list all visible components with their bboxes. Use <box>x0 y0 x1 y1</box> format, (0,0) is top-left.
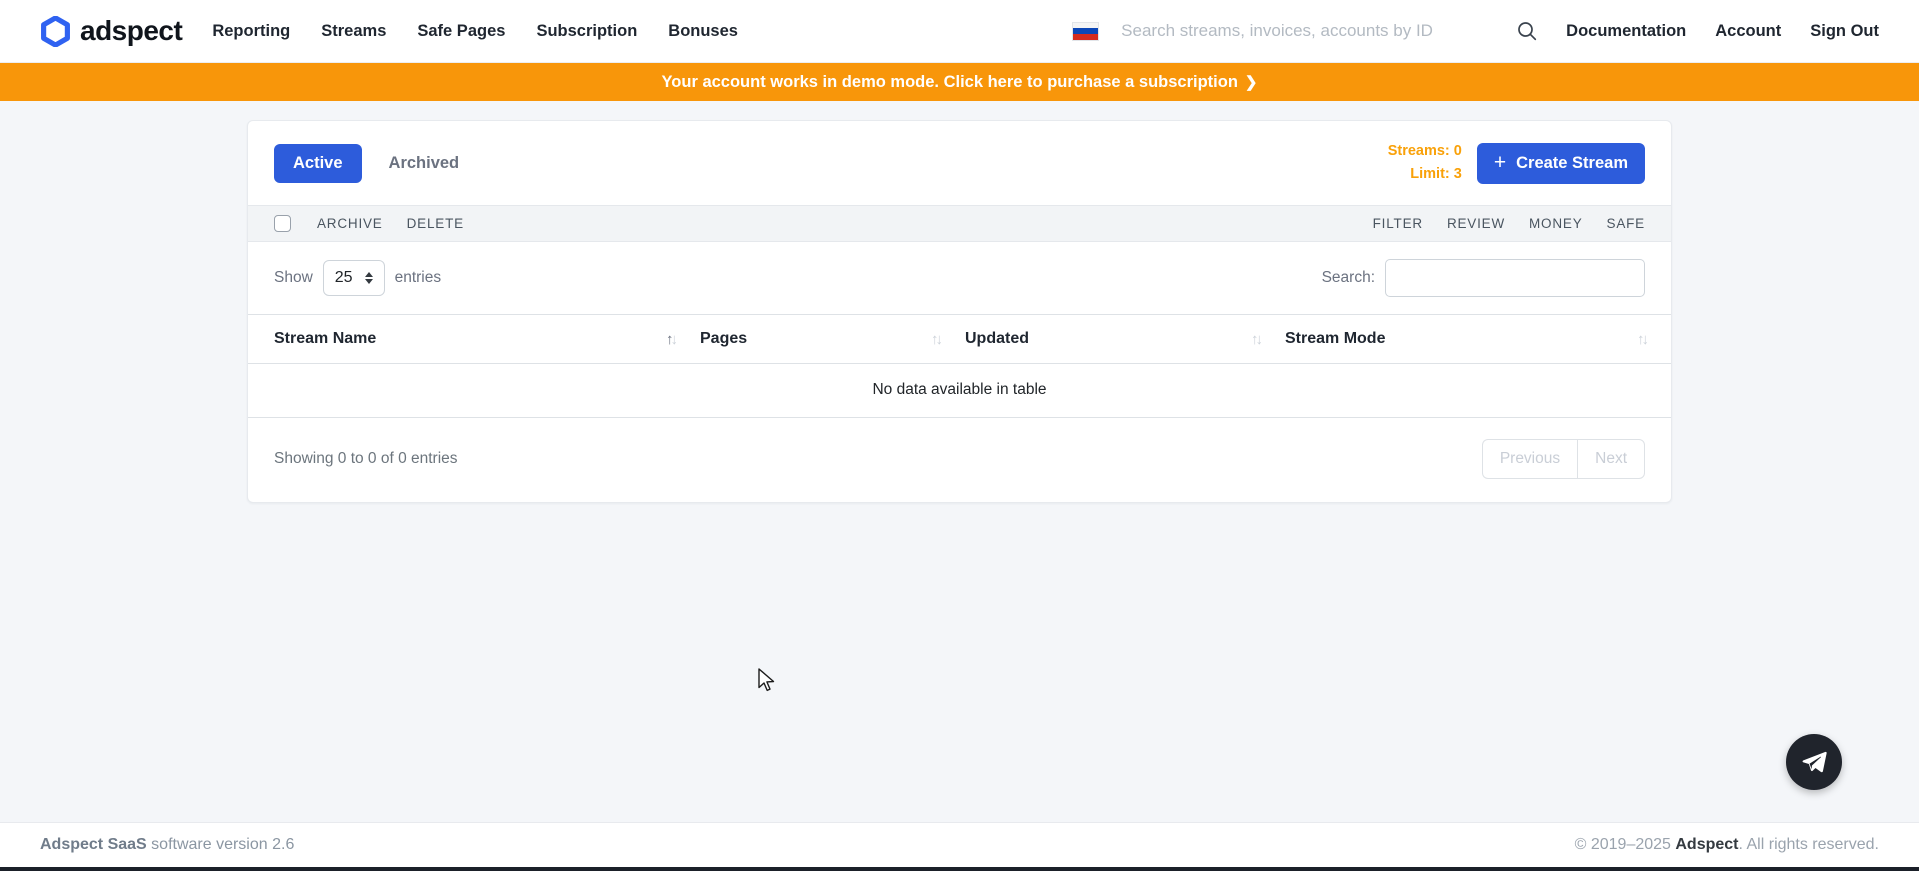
sort-icon[interactable]: ↑↓ <box>666 331 678 348</box>
footer-version: Adspect SaaS software version 2.6 <box>40 836 294 854</box>
plus-icon: + <box>1494 152 1506 173</box>
streams-count: Streams: 0 <box>1388 140 1462 163</box>
review-mode-link[interactable]: REVIEW <box>1447 216 1505 231</box>
mode-filters: FILTER REVIEW MONEY SAFE <box>1373 216 1645 231</box>
footer-copyright: © 2019–2025 Adspect. All rights reserved… <box>1575 836 1879 854</box>
chevron-right-icon: ❯ <box>1245 73 1258 91</box>
table-header-row: Stream Name ↑↓ Pages ↑↓ Updated ↑↓ <box>248 315 1671 364</box>
global-search-input[interactable] <box>1121 21 1481 41</box>
col-stream-name-label: Stream Name <box>274 330 376 348</box>
sort-icon[interactable]: ↑↓ <box>1251 331 1263 348</box>
telegram-icon <box>1800 748 1828 776</box>
select-all-checkbox[interactable] <box>274 215 291 232</box>
nav-safe-pages[interactable]: Safe Pages <box>417 22 505 41</box>
demo-banner-text: Your account works in demo mode. Click h… <box>662 73 1238 92</box>
nav-streams[interactable]: Streams <box>321 22 386 41</box>
card-header-right: Streams: 0 Limit: 3 + Create Stream <box>1388 140 1645 186</box>
streams-limit: Limit: 3 <box>1388 163 1462 186</box>
table-search-input[interactable] <box>1385 259 1645 297</box>
empty-message: No data available in table <box>248 364 1671 418</box>
sort-icon[interactable]: ↑↓ <box>1637 331 1649 348</box>
streams-card: Active Archived Streams: 0 Limit: 3 + Cr… <box>247 120 1672 503</box>
entries-summary: Showing 0 to 0 of 0 entries <box>274 450 458 468</box>
next-page-button[interactable]: Next <box>1577 439 1645 479</box>
card-header: Active Archived Streams: 0 Limit: 3 + Cr… <box>248 121 1671 205</box>
copyright-brand: Adspect <box>1675 836 1738 853</box>
mouse-cursor <box>756 667 780 693</box>
col-updated[interactable]: Updated ↑↓ <box>965 315 1285 364</box>
telegram-fab[interactable] <box>1786 734 1842 790</box>
safe-mode-link[interactable]: SAFE <box>1607 216 1645 231</box>
create-stream-label: Create Stream <box>1516 154 1628 173</box>
footer-version-text: software version 2.6 <box>147 836 295 853</box>
archive-action[interactable]: ARCHIVE <box>317 216 383 231</box>
page-length-value: 25 <box>335 269 353 287</box>
col-stream-name[interactable]: Stream Name ↑↓ <box>248 315 700 364</box>
nav-documentation[interactable]: Documentation <box>1566 22 1686 41</box>
account-nav: Documentation Account Sign Out <box>1566 22 1879 41</box>
navbar-right: Documentation Account Sign Out <box>1072 20 1879 42</box>
delete-action[interactable]: DELETE <box>407 216 464 231</box>
page-footer: Adspect SaaS software version 2.6 © 2019… <box>0 822 1919 867</box>
nav-reporting[interactable]: Reporting <box>212 22 290 41</box>
table-controls: Show 25 entries Search: <box>248 242 1671 314</box>
money-mode-link[interactable]: MONEY <box>1529 216 1583 231</box>
pagination: Previous Next <box>1482 439 1645 479</box>
sort-icon[interactable]: ↑↓ <box>931 331 943 348</box>
empty-row: No data available in table <box>248 364 1671 418</box>
table-search-label: Search: <box>1322 269 1375 287</box>
card-footer: Showing 0 to 0 of 0 entries Previous Nex… <box>248 418 1671 502</box>
previous-page-button[interactable]: Previous <box>1482 439 1577 479</box>
create-stream-button[interactable]: + Create Stream <box>1477 143 1645 184</box>
select-spinner-icon <box>365 272 373 284</box>
nav-account[interactable]: Account <box>1715 22 1781 41</box>
search-submit-button[interactable] <box>1516 20 1538 42</box>
copyright-years: © 2019–2025 <box>1575 836 1676 853</box>
bulk-actions: ARCHIVE DELETE <box>317 216 464 231</box>
col-updated-label: Updated <box>965 330 1029 348</box>
tab-archived[interactable]: Archived <box>389 154 460 173</box>
main-content: Active Archived Streams: 0 Limit: 3 + Cr… <box>0 101 1919 822</box>
brand-name: adspect <box>80 15 182 47</box>
col-stream-mode-label: Stream Mode <box>1285 330 1385 348</box>
col-pages-label: Pages <box>700 330 747 348</box>
nav-subscription[interactable]: Subscription <box>536 22 637 41</box>
window-bottom-edge <box>0 867 1919 871</box>
show-label: Show <box>274 269 313 287</box>
adspect-logo-icon <box>40 16 71 47</box>
adspect-logo[interactable]: adspect <box>40 15 182 47</box>
footer-product-name[interactable]: Adspect SaaS <box>40 836 147 853</box>
bulk-actions-bar: ARCHIVE DELETE FILTER REVIEW MONEY SAFE <box>248 205 1671 242</box>
nav-sign-out[interactable]: Sign Out <box>1810 22 1879 41</box>
copyright-suffix: . All rights reserved. <box>1739 836 1880 853</box>
tab-active[interactable]: Active <box>274 144 362 183</box>
filter-mode-link[interactable]: FILTER <box>1373 216 1423 231</box>
russian-flag-icon[interactable] <box>1072 22 1099 41</box>
main-nav: Reporting Streams Safe Pages Subscriptio… <box>212 22 738 41</box>
col-pages[interactable]: Pages ↑↓ <box>700 315 965 364</box>
top-navbar: adspect Reporting Streams Safe Pages Sub… <box>0 0 1919 63</box>
demo-mode-banner[interactable]: Your account works in demo mode. Click h… <box>0 63 1919 101</box>
table-search: Search: <box>1322 259 1645 297</box>
entries-label: entries <box>395 269 442 287</box>
col-stream-mode[interactable]: Stream Mode ↑↓ <box>1285 315 1671 364</box>
page-length-select[interactable]: 25 <box>323 260 385 296</box>
search-icon <box>1516 20 1538 42</box>
streams-table: Stream Name ↑↓ Pages ↑↓ Updated ↑↓ <box>248 314 1671 418</box>
nav-bonuses[interactable]: Bonuses <box>668 22 738 41</box>
quota-info: Streams: 0 Limit: 3 <box>1388 140 1462 186</box>
